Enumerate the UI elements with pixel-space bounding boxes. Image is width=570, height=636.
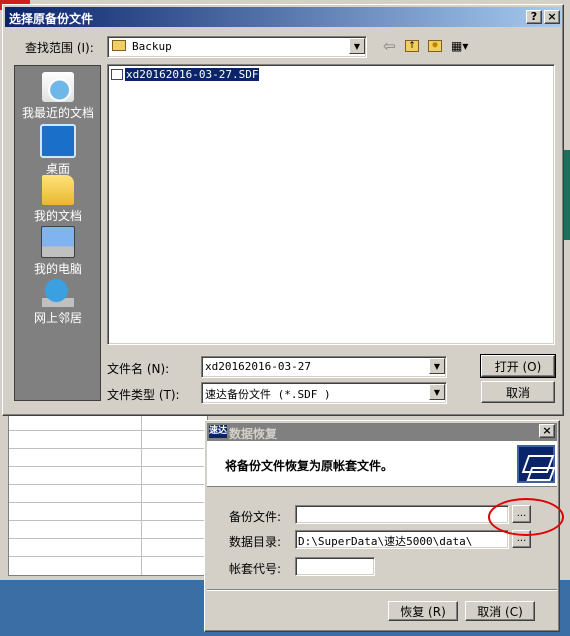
- filetype-label: 文件类型 (T):: [107, 388, 180, 402]
- app-logo-icon: 速达: [209, 425, 228, 438]
- my-documents-icon: [42, 175, 74, 205]
- account-code-input[interactable]: [295, 557, 375, 576]
- help-button[interactable]: ?: [526, 10, 542, 24]
- backup-file-label: 备份文件:: [229, 510, 282, 524]
- recent-documents-icon: [42, 72, 74, 102]
- cancel-button[interactable]: 取消: [481, 381, 555, 403]
- restore-description: 将备份文件恢复为原帐套文件。: [225, 459, 394, 473]
- data-dir-value: D:\SuperData\速达5000\data\: [298, 535, 473, 548]
- place-recent[interactable]: 我最近的文档: [10, 72, 106, 121]
- up-folder-icon[interactable]: ↑: [405, 40, 419, 52]
- grid-row: [9, 485, 207, 503]
- highlight-circle: [488, 498, 564, 536]
- restore-title: 数据恢复: [229, 427, 278, 441]
- restore-header-panel: 将备份文件恢复为原帐套文件。: [207, 441, 557, 487]
- file-list[interactable]: xd20162016-03-27.SDF: [107, 64, 555, 345]
- folder-icon: [112, 40, 126, 51]
- places-bar: 我最近的文档 桌面 我的文档 我的电脑 网上邻居: [14, 65, 101, 401]
- filename-label: 文件名 (N):: [107, 362, 170, 376]
- look-in-value: Backup: [132, 40, 172, 53]
- filetype-value: 速达备份文件 (*.SDF ): [205, 388, 331, 401]
- backup-file-input[interactable]: [295, 505, 509, 524]
- open-dialog-title: 选择原备份文件: [9, 12, 94, 26]
- chevron-down-icon[interactable]: ▼: [429, 358, 445, 374]
- place-my-documents[interactable]: 我的文档: [10, 175, 106, 224]
- open-button[interactable]: 打开 (O): [480, 354, 556, 378]
- restore-illustration-icon: [517, 445, 556, 483]
- place-label-recent: 我最近的文档: [21, 106, 94, 120]
- filename-input[interactable]: xd20162016-03-27 ▼: [201, 356, 447, 378]
- view-menu-icon[interactable]: ▦▾: [451, 40, 473, 53]
- place-label-my-computer: 我的电脑: [33, 262, 82, 276]
- grid-row: [9, 539, 207, 557]
- look-in-label: 查找范围 (I):: [25, 41, 94, 55]
- grid-column-divider: [141, 413, 142, 575]
- back-arrow-icon[interactable]: ⇦: [383, 38, 399, 54]
- account-code-label: 帐套代号:: [229, 562, 282, 576]
- background-grid: [8, 412, 208, 576]
- restore-button[interactable]: 恢复 (R): [388, 601, 458, 621]
- restore-cancel-button[interactable]: 取消 (C): [465, 601, 535, 621]
- network-places-icon: [42, 277, 74, 307]
- chevron-down-icon[interactable]: ▼: [429, 384, 445, 400]
- restore-close-button[interactable]: ×: [539, 424, 555, 438]
- grid-row: [9, 521, 207, 539]
- grid-row: [9, 503, 207, 521]
- new-folder-icon[interactable]: ✸: [428, 40, 442, 52]
- place-desktop[interactable]: 桌面: [10, 124, 106, 177]
- place-my-computer[interactable]: 我的电脑: [10, 226, 106, 277]
- data-dir-input[interactable]: D:\SuperData\速达5000\data\: [295, 530, 509, 549]
- grid-row: [9, 467, 207, 485]
- place-network[interactable]: 网上邻居: [10, 277, 106, 326]
- open-dialog-titlebar: 选择原备份文件 ? ×: [5, 7, 561, 27]
- grid-row: [9, 431, 207, 449]
- my-computer-icon: [41, 226, 75, 258]
- place-label-my-documents: 我的文档: [33, 209, 82, 223]
- filetype-select[interactable]: 速达备份文件 (*.SDF ) ▼: [201, 382, 447, 404]
- file-name: xd20162016-03-27.SDF: [123, 67, 261, 82]
- close-button[interactable]: ×: [544, 10, 560, 24]
- chevron-down-icon[interactable]: ▼: [349, 38, 365, 54]
- place-label-network: 网上邻居: [33, 311, 82, 325]
- restore-titlebar: 速达 数据恢复 ×: [207, 423, 557, 441]
- data-dir-label: 数据目录:: [229, 535, 282, 549]
- file-icon: [111, 69, 123, 80]
- desktop-icon: [40, 124, 76, 158]
- look-in-combo[interactable]: Backup ▼: [107, 36, 367, 58]
- filename-value: xd20162016-03-27: [205, 360, 311, 373]
- grid-row: [9, 449, 207, 467]
- open-file-dialog: 选择原备份文件 ? × 查找范围 (I): Backup ▼ ⇦ ↑ ✸ ▦▾ …: [2, 4, 564, 416]
- divider: [207, 589, 557, 591]
